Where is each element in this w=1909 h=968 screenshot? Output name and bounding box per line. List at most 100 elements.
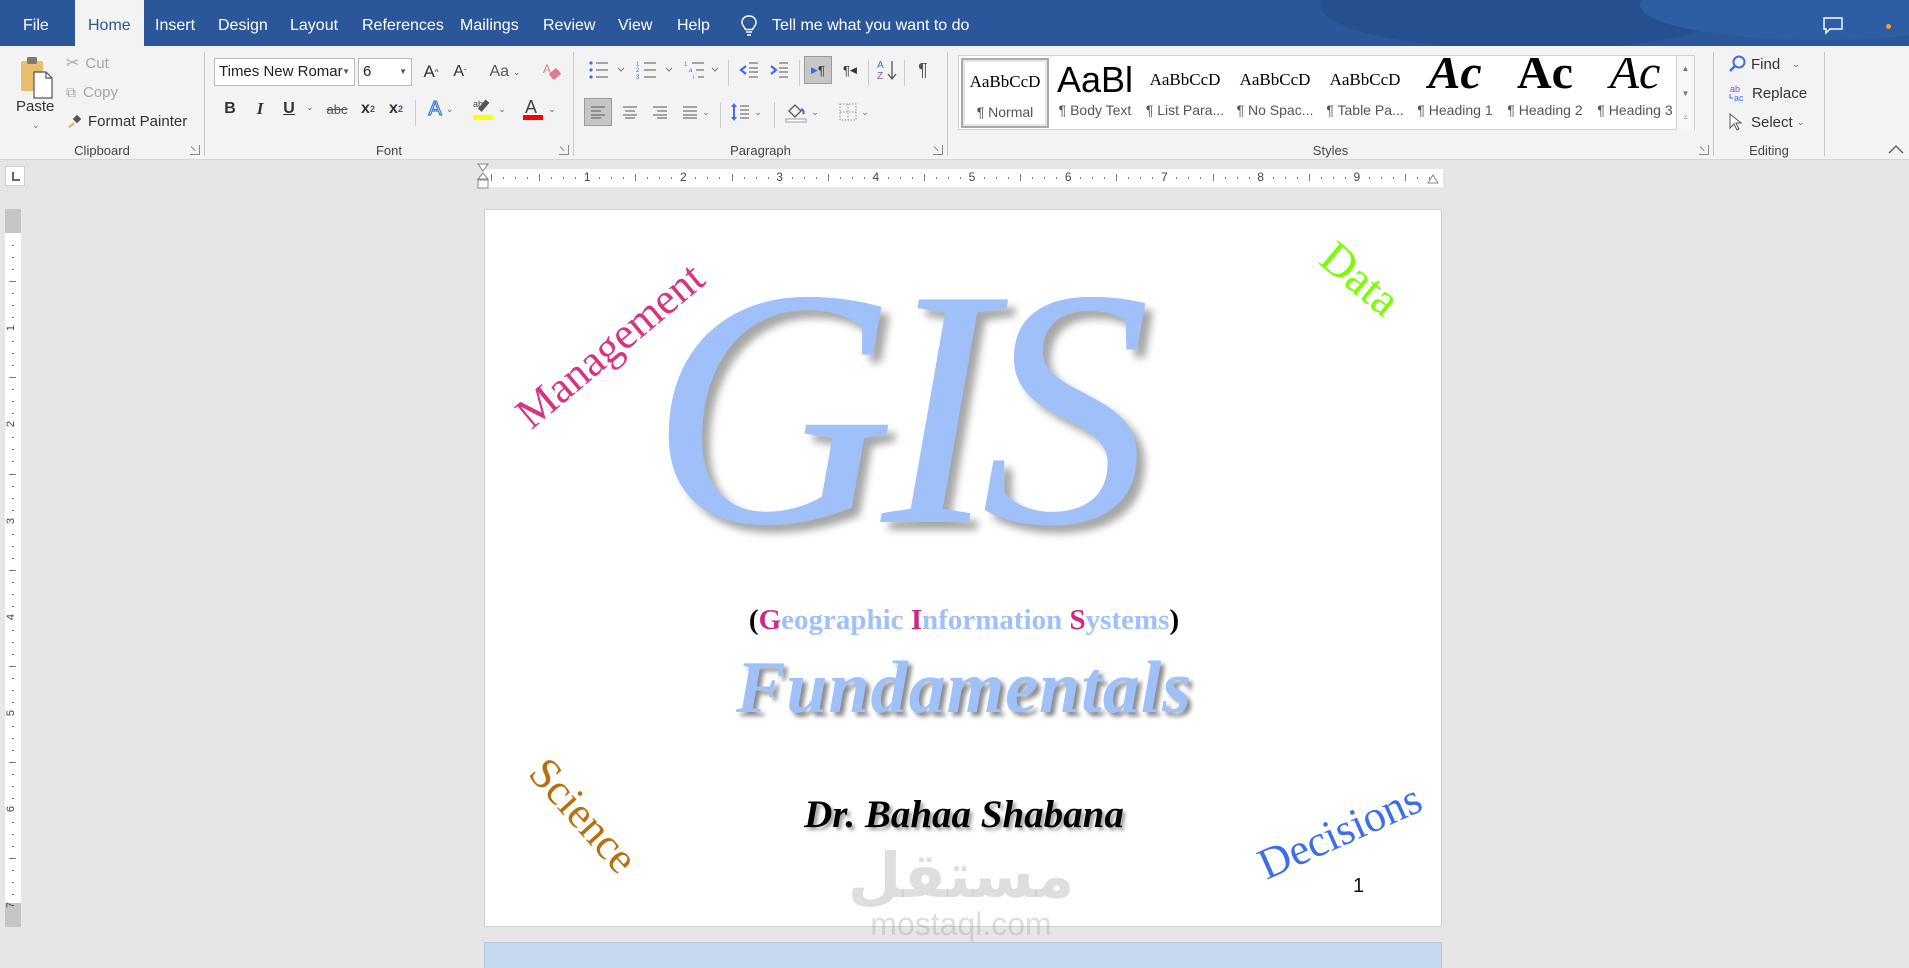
- tab-file[interactable]: File: [23, 0, 49, 46]
- align-left-button[interactable]: [584, 98, 612, 126]
- style-no-spacing[interactable]: AaBbCcD ¶ No Spac...: [1231, 58, 1319, 128]
- ruler-tick: [12, 449, 14, 451]
- underline-dropdown-caret[interactable]: ⌄: [306, 102, 314, 113]
- ruler-tick: [12, 834, 14, 836]
- clipboard-dialog-launcher[interactable]: [190, 145, 200, 155]
- paste-dropdown-caret[interactable]: ⌄: [32, 120, 40, 131]
- style-table-paragraph[interactable]: AaBbCcD ¶ Table Pa...: [1321, 58, 1409, 128]
- ruler-tick: [1284, 177, 1286, 179]
- styles-dialog-launcher[interactable]: [1699, 145, 1709, 155]
- paragraph-group: 123 1ai ▶ ¶ ¶ ◀ A Z ¶ ⌄ ⌄ ⌄ ⌄ Paragraph: [574, 46, 947, 160]
- style-heading-1[interactable]: Ac ¶ Heading 1: [1411, 58, 1499, 128]
- strikethrough-button[interactable]: abc: [322, 96, 352, 122]
- ruler-tick: [911, 177, 913, 179]
- tab-layout[interactable]: Layout: [290, 0, 338, 46]
- align-center-button[interactable]: [616, 98, 644, 126]
- bold-button[interactable]: B: [219, 96, 241, 122]
- tab-review[interactable]: Review: [543, 0, 595, 46]
- ruler-tick: [635, 174, 637, 181]
- font-name-combo[interactable]: Times New Romar ▼: [214, 58, 355, 86]
- sort-icon[interactable]: A Z: [876, 58, 898, 82]
- subscript-button[interactable]: x2: [357, 96, 379, 122]
- align-right-button[interactable]: [646, 98, 674, 126]
- format-painter-button[interactable]: Format Painter: [66, 110, 187, 132]
- gallery-more-button[interactable]: ⩡: [1676, 106, 1694, 130]
- font-size-combo[interactable]: 6 ▼: [358, 58, 412, 86]
- style-heading-2[interactable]: Ac ¶ Heading 2: [1501, 58, 1589, 128]
- numbering-icon[interactable]: 123: [636, 60, 682, 80]
- tab-design[interactable]: Design: [218, 0, 268, 46]
- tab-insert[interactable]: Insert: [155, 0, 195, 46]
- tab-home[interactable]: Home: [75, 0, 144, 46]
- ruler-tick: [12, 401, 14, 403]
- indent-marker-icon[interactable]: [476, 163, 490, 191]
- tab-references[interactable]: References: [362, 0, 444, 46]
- show-formatting-marks-button[interactable]: ¶: [910, 56, 936, 84]
- collapse-ribbon-icon[interactable]: [1888, 142, 1904, 156]
- style-heading-3[interactable]: Ac ¶ Heading 3: [1591, 58, 1679, 128]
- ruler-tick: [9, 281, 16, 283]
- gallery-scroll-up[interactable]: ▲: [1676, 56, 1694, 81]
- right-indent-marker-icon[interactable]: [1426, 173, 1440, 187]
- bullets-icon[interactable]: [588, 60, 634, 80]
- next-page-preview[interactable]: [484, 942, 1442, 968]
- ribbon-tab-bar: File Home Insert Design Layout Reference…: [0, 0, 1909, 46]
- paste-icon[interactable]: [20, 56, 54, 100]
- ruler-tick: [12, 353, 14, 355]
- ruler-tick: [1296, 177, 1298, 179]
- decrease-indent-icon[interactable]: [738, 60, 760, 80]
- multilevel-list-icon[interactable]: 1ai: [684, 60, 730, 80]
- font-dialog-launcher[interactable]: [559, 145, 569, 155]
- ruler-tick: [12, 389, 14, 391]
- style-normal[interactable]: AaBbCcD ¶ Normal: [961, 58, 1049, 128]
- comment-icon[interactable]: [1822, 16, 1844, 36]
- shading-button[interactable]: ⌄: [780, 98, 824, 126]
- tab-stop-selector[interactable]: [5, 166, 25, 186]
- rtl-direction-button[interactable]: ¶ ◀: [836, 56, 864, 84]
- ruler-tick: [1212, 174, 1214, 181]
- font-group: Times New Romar ▼ 6 ▼ A ^ Aˇ Aa ⌄ A B I U: [205, 46, 573, 160]
- divider: [728, 60, 729, 86]
- tab-help[interactable]: Help: [677, 0, 710, 46]
- style-body-text[interactable]: AaBl ¶ Body Text: [1051, 58, 1139, 128]
- ruler-tick: [12, 750, 14, 752]
- find-button[interactable]: Find ⌄: [1728, 52, 1800, 76]
- ruler-tick: [12, 701, 14, 703]
- style-list-paragraph[interactable]: AaBbCcD ¶ List Para...: [1141, 58, 1229, 128]
- paragraph-dialog-launcher[interactable]: [933, 145, 943, 155]
- clear-formatting-icon[interactable]: A: [541, 60, 563, 84]
- grow-font-button[interactable]: A ^: [419, 60, 443, 84]
- ltr-direction-button[interactable]: ▶ ¶: [804, 56, 832, 84]
- text-effects-button[interactable]: A ⌄: [423, 96, 459, 122]
- document-page[interactable]: GIS Management Data Science Decisions (G…: [484, 209, 1442, 927]
- ruler-number: 8: [1257, 170, 1264, 184]
- line-spacing-button[interactable]: ⌄: [726, 98, 766, 126]
- borders-button[interactable]: ⌄: [832, 98, 876, 126]
- font-color-button[interactable]: A ⌄: [519, 94, 559, 124]
- increase-indent-icon[interactable]: [768, 60, 790, 80]
- justify-button[interactable]: ⌄: [676, 98, 716, 126]
- horizontal-ruler[interactable]: 1 2 3 4 5 6 7 8 9: [483, 169, 1443, 187]
- superscript-button[interactable]: x2: [385, 96, 407, 122]
- cut-button[interactable]: ✂ Cut: [66, 52, 109, 74]
- replace-button[interactable]: ab ac Replace: [1728, 81, 1807, 105]
- shrink-font-button[interactable]: Aˇ: [448, 60, 472, 84]
- paste-button[interactable]: Paste: [16, 98, 54, 115]
- ruler-tick: [1104, 177, 1106, 179]
- underline-button[interactable]: U: [278, 96, 300, 122]
- data-wordart: Data: [1310, 231, 1411, 326]
- ruler-tick: [803, 177, 805, 179]
- tell-me-search[interactable]: Tell me what you want to do: [740, 0, 969, 46]
- gallery-scroll-down[interactable]: ▼: [1676, 81, 1694, 106]
- tab-view[interactable]: View: [618, 0, 652, 46]
- vertical-ruler[interactable]: 1 2 3 4 5 6 7: [5, 209, 21, 927]
- fundamentals-heading: Fundamentals: [735, 647, 1193, 729]
- italic-button[interactable]: I: [249, 96, 271, 122]
- ruler-tick: [12, 533, 14, 535]
- copy-button[interactable]: ⧉ Copy: [66, 81, 118, 103]
- ruler-tick: [12, 437, 14, 439]
- select-button[interactable]: Select ⌄: [1728, 110, 1804, 134]
- tab-mailings[interactable]: Mailings: [460, 0, 519, 46]
- highlight-color-button[interactable]: ab ⌄: [469, 94, 509, 124]
- change-case-button[interactable]: Aa ⌄: [485, 60, 525, 84]
